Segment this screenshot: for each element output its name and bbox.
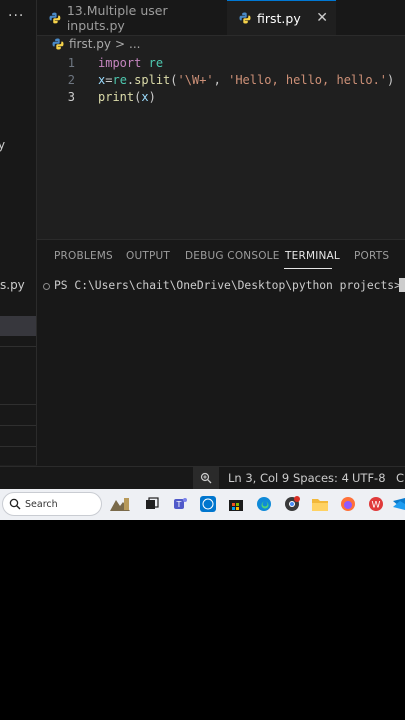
search-icon	[9, 498, 21, 510]
close-icon[interactable]: ✕	[316, 10, 328, 26]
divider	[0, 404, 36, 405]
vscode-icon[interactable]	[393, 495, 405, 513]
windows-taskbar: Search T W	[0, 489, 405, 520]
breadcrumb: first.py > ...	[52, 37, 141, 51]
more-actions-icon[interactable]: ···	[8, 8, 24, 24]
terminal-status-icon	[43, 283, 50, 290]
code-line-2[interactable]: x=re.split('\W+', 'Hello, hello, hello.'…	[98, 73, 394, 87]
python-file-icon	[239, 12, 251, 24]
bottom-panel: PROBLEMS OUTPUT DEBUG CONSOLE TERMINAL P…	[37, 239, 405, 466]
end-of-line[interactable]: CR	[396, 471, 405, 485]
terminal-cursor	[399, 278, 405, 292]
edge-icon[interactable]	[255, 495, 273, 513]
tab-first-py[interactable]: first.py ✕	[227, 0, 336, 35]
code-editor[interactable]: 1 import re 2 x=re.split('\W+', 'Hello, …	[37, 53, 405, 238]
zoom-button[interactable]	[193, 467, 219, 489]
line-number: 3	[67, 90, 75, 104]
chrome-icon[interactable]	[283, 495, 301, 513]
divider	[0, 446, 36, 447]
search-placeholder: Search	[25, 498, 58, 510]
tab-label: first.py	[257, 10, 301, 26]
encoding[interactable]: UTF-8	[352, 471, 386, 485]
breadcrumb-more[interactable]: ...	[129, 37, 140, 51]
explorer-item-fragment[interactable]: s.py	[0, 278, 25, 292]
breadcrumb-file[interactable]: first.py	[69, 37, 111, 51]
tab-output[interactable]: OUTPUT	[126, 250, 170, 262]
taskbar-search[interactable]: Search	[2, 492, 102, 516]
wps-icon[interactable]: W	[367, 495, 385, 513]
editor-tab-bar: 13.Multiple user inputs.py first.py ✕	[37, 0, 405, 36]
indentation[interactable]: Spaces: 4	[293, 471, 349, 485]
divider	[0, 425, 36, 426]
python-file-icon	[49, 12, 61, 23]
file-explorer-icon[interactable]	[311, 495, 329, 513]
tab-terminal[interactable]: TERMINAL	[285, 250, 340, 262]
dell-icon[interactable]	[199, 495, 217, 513]
code-line-1[interactable]: import re	[98, 56, 163, 70]
breadcrumb-separator: >	[114, 37, 126, 51]
task-view-icon[interactable]	[143, 495, 161, 513]
tab-label: 13.Multiple user inputs.py	[66, 2, 168, 33]
terminal-prompt[interactable]: PS C:\Users\chait\OneDrive\Desktop\pytho…	[54, 279, 401, 292]
tab-debug-console[interactable]: DEBUG CONSOLE	[185, 250, 280, 262]
firefox-icon[interactable]	[339, 495, 357, 513]
tab-multiple-user-inputs[interactable]: 13.Multiple user inputs.py	[37, 0, 228, 35]
tab-ports[interactable]: PORTS	[354, 250, 389, 262]
code-line-3[interactable]: print(x)	[98, 90, 156, 104]
divider	[0, 346, 36, 347]
svg-text:T: T	[176, 500, 182, 509]
zoom-icon	[200, 472, 212, 484]
tab-problems[interactable]: PROBLEMS	[54, 250, 113, 262]
explorer-sidebar: ··· y s.py	[0, 0, 37, 465]
status-bar: Ln 3, Col 9 Spaces: 4 UTF-8 CR	[0, 466, 405, 489]
active-tab-indicator	[284, 268, 332, 269]
teams-icon[interactable]: T	[171, 495, 189, 513]
line-number: 1	[67, 56, 75, 70]
line-number: 2	[67, 73, 75, 87]
svg-text:W: W	[372, 501, 381, 511]
explorer-item-fragment[interactable]: y	[0, 138, 5, 152]
store-icon[interactable]	[227, 495, 245, 513]
python-file-icon	[52, 38, 64, 50]
cursor-position[interactable]: Ln 3, Col 9	[228, 471, 289, 485]
vscode-window: ··· y s.py 13.Multiple user inputs.py fi…	[0, 0, 405, 520]
widgets-icon[interactable]	[109, 495, 131, 513]
explorer-item-selected[interactable]	[0, 316, 36, 336]
